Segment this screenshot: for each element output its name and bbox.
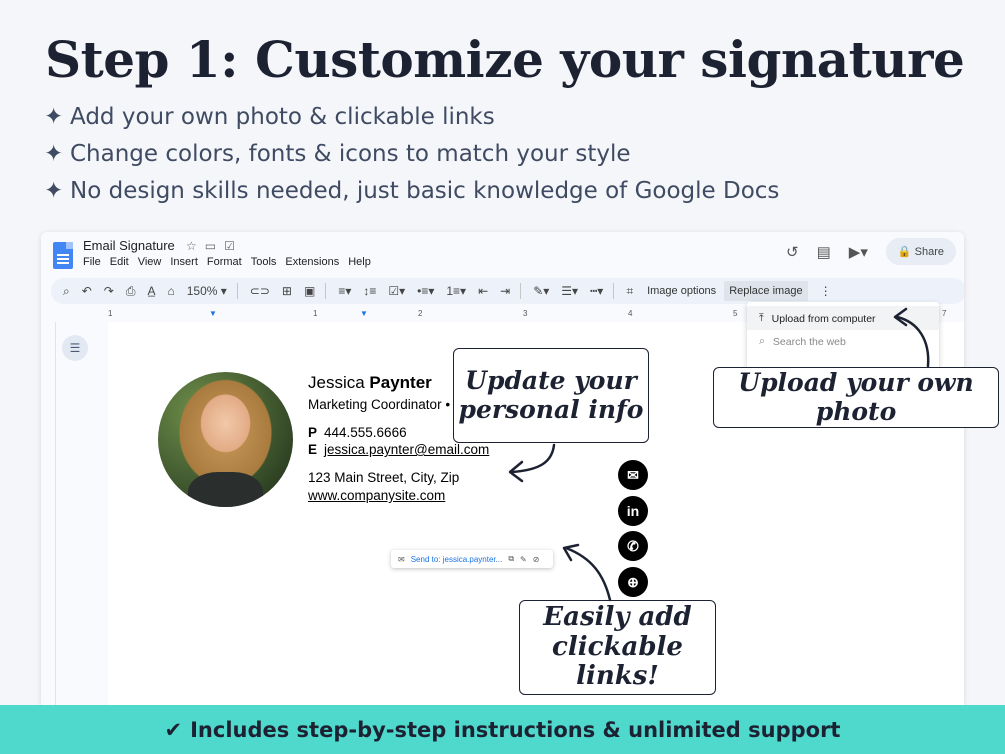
signature-phone[interactable]: P 444.555.6666 — [308, 425, 407, 440]
toolbar: ⌕ ↶ ↷ ⎙ A̲ ⌂ 150% ▾ ⊂⊃ ⊞ ▣ ≡▾ ↕≡ ☑▾ •≡▾ … — [51, 278, 964, 304]
feature-item: ✦ Add your own photo & clickable links — [44, 103, 495, 130]
menu-edit[interactable]: Edit — [110, 256, 129, 268]
line-spacing-icon[interactable]: ↕≡ — [363, 284, 376, 298]
menu-tools[interactable]: Tools — [251, 256, 277, 268]
copy-link-icon[interactable]: ⧉ — [508, 554, 514, 564]
image-options-button[interactable]: Image options — [647, 285, 716, 297]
checkmark-icon: ✔ — [164, 717, 183, 742]
menu-insert[interactable]: Insert — [170, 256, 198, 268]
docs-logo-icon[interactable] — [53, 242, 73, 269]
increase-indent-icon[interactable]: ⇥ — [500, 284, 510, 298]
cloud-status-icon[interactable]: ☑ — [224, 239, 235, 253]
sparkle-icon: ✦ — [44, 140, 64, 167]
paint-format-icon[interactable]: ⌂ — [167, 284, 174, 298]
zoom-select[interactable]: 150% ▾ — [187, 284, 227, 298]
menu-file[interactable]: File — [83, 256, 101, 268]
undo-icon[interactable]: ↶ — [82, 284, 92, 298]
numbered-list-icon[interactable]: 1≡▾ — [446, 284, 466, 298]
bullet-list-icon[interactable]: •≡▾ — [417, 284, 434, 298]
globe-icon[interactable]: ⊕ — [618, 567, 648, 597]
replace-image-button[interactable]: Replace image — [724, 281, 808, 301]
footer-banner: ✔ Includes step-by-step instructions & u… — [0, 705, 1005, 754]
link-preview-chip[interactable]: ✉ Send to: jessica.paynter... ⧉ ✎ ⊘ — [391, 550, 553, 568]
signature-email[interactable]: Ejessica.paynter@email.com — [308, 442, 489, 457]
star-icon[interactable]: ☆ — [186, 239, 197, 253]
sparkle-icon: ✦ — [44, 103, 64, 130]
linkedin-icon[interactable]: in — [618, 496, 648, 526]
share-button[interactable]: 🔒 Share — [885, 238, 956, 265]
border-color-icon[interactable]: ✎▾ — [533, 284, 549, 298]
vertical-ruler[interactable] — [41, 322, 56, 705]
search-icon: ⌕ — [759, 335, 765, 347]
redo-icon[interactable]: ↷ — [104, 284, 114, 298]
print-icon[interactable]: ⎙ — [126, 284, 136, 299]
comments-icon[interactable]: ▤ — [817, 243, 831, 261]
menu-format[interactable]: Format — [207, 256, 242, 268]
align-icon[interactable]: ≡▾ — [338, 284, 351, 298]
google-docs-window: Email Signature ☆ ▭ ☑ File Edit View Ins… — [41, 232, 964, 705]
decrease-indent-icon[interactable]: ⇤ — [478, 284, 488, 298]
search-menus-icon[interactable]: ⌕ — [63, 284, 70, 299]
sparkle-icon: ✦ — [44, 177, 64, 204]
menu-bar: File Edit View Insert Format Tools Exten… — [83, 256, 380, 268]
mail-icon: ✉ — [398, 554, 405, 564]
callout-personal-info: Update your personal info — [453, 348, 649, 443]
upload-from-computer-item[interactable]: ⤒ Upload from computer — [759, 312, 876, 325]
add-comment-icon[interactable]: ⊞ — [282, 284, 292, 298]
edit-link-icon[interactable]: ✎ — [520, 555, 527, 564]
feature-item: ✦ Change colors, fonts & icons to match y… — [44, 140, 631, 167]
email-icon[interactable]: ✉ — [618, 460, 648, 490]
document-outline-icon[interactable]: ☰ — [62, 335, 88, 361]
callout-upload-photo: Upload your own photo — [713, 367, 999, 428]
upload-icon: ⤒ — [759, 312, 764, 324]
border-dash-icon[interactable]: ┅▾ — [590, 284, 603, 298]
insert-image-icon[interactable]: ▣ — [304, 284, 315, 298]
whatsapp-icon[interactable]: ✆ — [618, 531, 648, 561]
link-icon[interactable]: ⊂⊃ — [250, 284, 270, 298]
menu-extensions[interactable]: Extensions — [285, 256, 339, 268]
feature-item: ✦ No design skills needed, just basic kno… — [44, 177, 780, 204]
feature-list: ✦ Add your own photo & clickable links ✦ C… — [44, 98, 779, 209]
history-icon[interactable]: ↺ — [786, 243, 799, 261]
checklist-icon[interactable]: ☑▾ — [388, 284, 405, 298]
move-folder-icon[interactable]: ▭ — [205, 239, 216, 253]
menu-view[interactable]: View — [138, 256, 162, 268]
signature-website[interactable]: www.companysite.com — [308, 488, 445, 503]
border-weight-icon[interactable]: ☰▾ — [561, 284, 578, 298]
remove-link-icon[interactable]: ⊘ — [533, 555, 540, 564]
tab-marker-icon[interactable]: ▼ — [360, 309, 368, 318]
signature-address[interactable]: 123 Main Street, City, Zip — [308, 470, 459, 485]
crop-icon[interactable]: ⌗ — [626, 284, 633, 299]
indent-marker-icon[interactable]: ▼ — [209, 309, 217, 318]
profile-photo[interactable] — [158, 372, 293, 507]
meet-icon[interactable]: ▶▾ — [849, 243, 868, 261]
document-title[interactable]: Email Signature — [83, 238, 175, 253]
more-options-icon[interactable]: ⋮ — [820, 284, 832, 298]
callout-clickable-links: Easily add clickable links! — [519, 600, 716, 695]
replace-image-menu: ⤒ Upload from computer ⌕ Search the web — [747, 302, 939, 372]
headline: Step 1: Customize your signature — [45, 30, 965, 89]
spellcheck-icon[interactable]: A̲ — [147, 284, 155, 298]
menu-help[interactable]: Help — [348, 256, 371, 268]
search-the-web-item[interactable]: ⌕ Search the web — [759, 335, 846, 348]
